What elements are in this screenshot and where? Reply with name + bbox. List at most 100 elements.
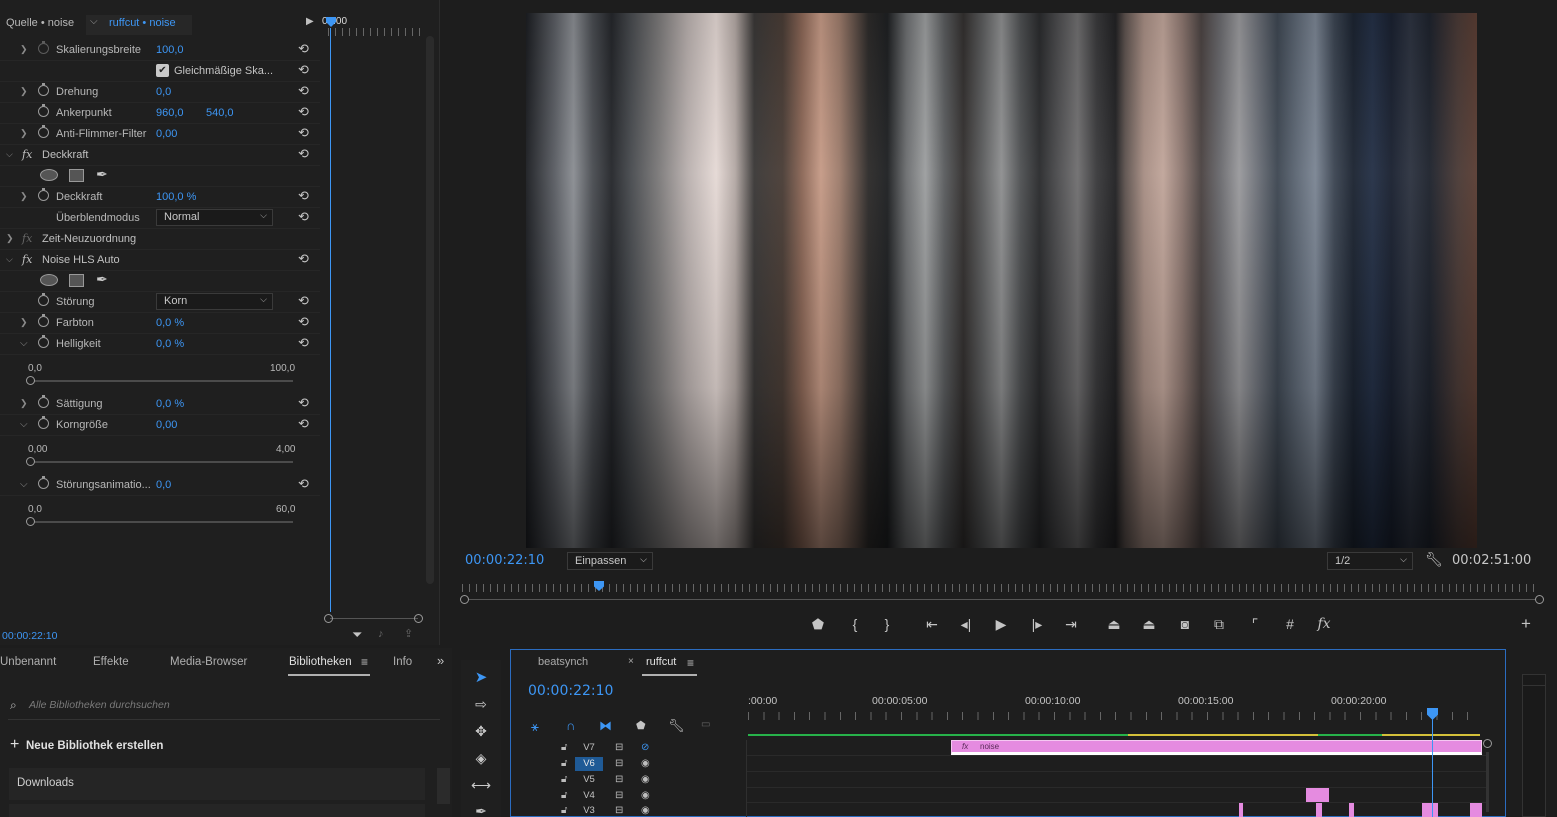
reset-icon[interactable]: ⟲ <box>298 125 309 141</box>
scrollbar[interactable] <box>426 36 434 584</box>
export-icon[interactable]: ⇪ <box>404 627 413 640</box>
play-arrow-icon[interactable]: ▶ <box>306 16 314 27</box>
add-button-icon[interactable]: + <box>1516 614 1536 634</box>
scrubber-handle-right[interactable] <box>1535 595 1544 604</box>
library-item[interactable]: Downloads <box>9 768 425 800</box>
go-to-out-icon[interactable]: ⇥ <box>1061 616 1081 633</box>
sync-lock-icon[interactable]: ⊟ <box>615 774 623 785</box>
add-marker-icon[interactable]: ⬟ <box>808 616 828 633</box>
slider-knob[interactable] <box>26 517 35 526</box>
clip[interactable] <box>1349 803 1354 817</box>
blend-mode-dropdown[interactable]: Normal ⌵ <box>156 209 273 226</box>
more-tabs-icon[interactable]: » <box>437 653 444 668</box>
tab-beatsynch[interactable]: beatsynch <box>538 656 588 668</box>
twirl-icon[interactable]: ❯ <box>20 398 28 409</box>
twirl-icon[interactable]: ❯ <box>20 191 28 202</box>
param-value[interactable]: 0,0 % <box>156 338 184 350</box>
param-value-x[interactable]: 960,0 <box>156 107 184 119</box>
timeline-ruler[interactable] <box>748 712 1480 720</box>
zoom-handle-left[interactable] <box>324 614 333 623</box>
step-back-icon[interactable]: ◂| <box>956 616 976 633</box>
track-select-tool-icon[interactable]: ⇨ <box>470 693 492 715</box>
ellipse-mask-icon[interactable] <box>40 169 58 181</box>
pen-mask-icon[interactable]: ✒ <box>96 166 108 183</box>
tab-info[interactable]: Info <box>393 656 412 668</box>
linked-selection-icon[interactable]: ⧓ <box>599 718 612 734</box>
eye-icon[interactable]: ◉ <box>641 758 650 769</box>
tab-media-browser[interactable]: Media-Browser <box>170 656 247 668</box>
stopwatch-icon[interactable] <box>38 293 49 306</box>
monitor-ruler[interactable] <box>462 584 1540 592</box>
lock-icon[interactable]: 🔓︎ <box>561 790 567 801</box>
reset-icon[interactable]: ⟲ <box>298 476 309 492</box>
lightness-slider[interactable] <box>26 376 293 385</box>
panel-menu-icon[interactable]: ≡ <box>361 655 368 669</box>
slider-knob[interactable] <box>26 457 35 466</box>
rectangle-mask-icon[interactable] <box>69 274 84 287</box>
slider-knob[interactable] <box>26 376 35 385</box>
stopwatch-icon[interactable] <box>38 335 49 348</box>
twirl-icon[interactable]: ❯ <box>20 128 28 139</box>
param-value[interactable]: 100,0 <box>156 44 184 56</box>
noise-type-dropdown[interactable]: Korn ⌵ <box>156 293 273 310</box>
reset-icon[interactable]: ⟲ <box>298 251 309 267</box>
track-name[interactable]: V5 <box>575 773 603 787</box>
eye-icon[interactable]: ◉ <box>641 805 650 816</box>
tab-source-noise[interactable]: Quelle • noise <box>6 17 74 29</box>
stopwatch-icon[interactable] <box>38 416 49 429</box>
sync-lock-icon[interactable]: ⊟ <box>615 805 623 816</box>
reset-icon[interactable]: ⟲ <box>298 188 309 204</box>
lock-icon[interactable]: 🔓︎ <box>561 774 567 785</box>
comparison-view-icon[interactable]: ⧉ <box>1209 616 1229 633</box>
clip[interactable] <box>1316 803 1322 817</box>
track-name[interactable]: V3 <box>575 804 603 817</box>
reset-icon[interactable]: ⟲ <box>298 416 309 432</box>
tab-effekte[interactable]: Effekte <box>93 656 129 668</box>
twirl-open-icon[interactable]: ⌵ <box>20 419 28 430</box>
reset-icon[interactable]: ⟲ <box>298 314 309 330</box>
zoom-handle-right[interactable] <box>414 614 423 623</box>
library-search-input[interactable]: ⌕ Alle Bibliotheken durchsuchen <box>8 696 440 720</box>
stopwatch-icon[interactable] <box>38 41 49 54</box>
grain-size-slider[interactable] <box>26 457 293 466</box>
pen-mask-icon[interactable]: ✒ <box>96 271 108 288</box>
param-value[interactable]: 0,0 % <box>156 317 184 329</box>
tab-sequence-clip[interactable]: ⌵ ruffcut • noise <box>86 15 192 35</box>
noise-clip[interactable]: fx noise <box>951 740 1482 755</box>
twirl-icon[interactable]: ❯ <box>20 317 28 328</box>
stopwatch-icon[interactable] <box>38 125 49 138</box>
library-item[interactable] <box>9 804 425 817</box>
lock-icon[interactable]: 🔓︎ <box>561 805 567 816</box>
param-value[interactable]: 0,00 <box>156 128 177 140</box>
mark-in-icon[interactable]: { <box>845 616 865 632</box>
twirl-icon[interactable]: ❯ <box>6 233 14 244</box>
add-marker-icon[interactable]: ⬟ <box>636 719 646 732</box>
fx-icon[interactable]: fx <box>1314 616 1334 632</box>
clip[interactable] <box>1239 803 1243 817</box>
twirl-open-icon[interactable]: ⌵ <box>6 254 13 265</box>
fx-icon[interactable]: fx <box>22 253 32 266</box>
libraries-scrollbar[interactable] <box>437 768 450 804</box>
mark-out-icon[interactable]: } <box>877 616 897 632</box>
stopwatch-icon[interactable] <box>38 188 49 201</box>
twirl-open-icon[interactable]: ⌵ <box>20 479 28 490</box>
fx-icon[interactable]: fx <box>22 148 32 161</box>
tab-unbenannt[interactable]: Unbenannt <box>0 656 56 668</box>
twirl-open-icon[interactable]: ⌵ <box>20 338 28 349</box>
track-name[interactable]: V6 <box>575 757 603 771</box>
uniform-scale-checkbox[interactable]: ✔ <box>156 64 169 77</box>
noise-animation-slider[interactable] <box>26 517 293 526</box>
reset-icon[interactable]: ⟲ <box>298 293 309 309</box>
pen-tool-icon[interactable]: ✒ <box>470 800 492 817</box>
clip[interactable] <box>1470 803 1482 817</box>
wrench-icon[interactable]: 🔧︎ <box>668 718 685 734</box>
rectangle-mask-icon[interactable] <box>69 169 84 182</box>
zoom-bar[interactable] <box>330 618 418 619</box>
stopwatch-icon[interactable] <box>38 83 49 96</box>
param-value[interactable]: 0,0 <box>156 479 171 491</box>
eye-hidden-icon[interactable]: ⊘ <box>641 742 649 753</box>
reset-icon[interactable]: ⟲ <box>298 335 309 351</box>
stopwatch-icon[interactable] <box>38 104 49 117</box>
clip[interactable] <box>1306 788 1329 802</box>
audio-only-icon[interactable]: ♪ <box>378 628 384 640</box>
